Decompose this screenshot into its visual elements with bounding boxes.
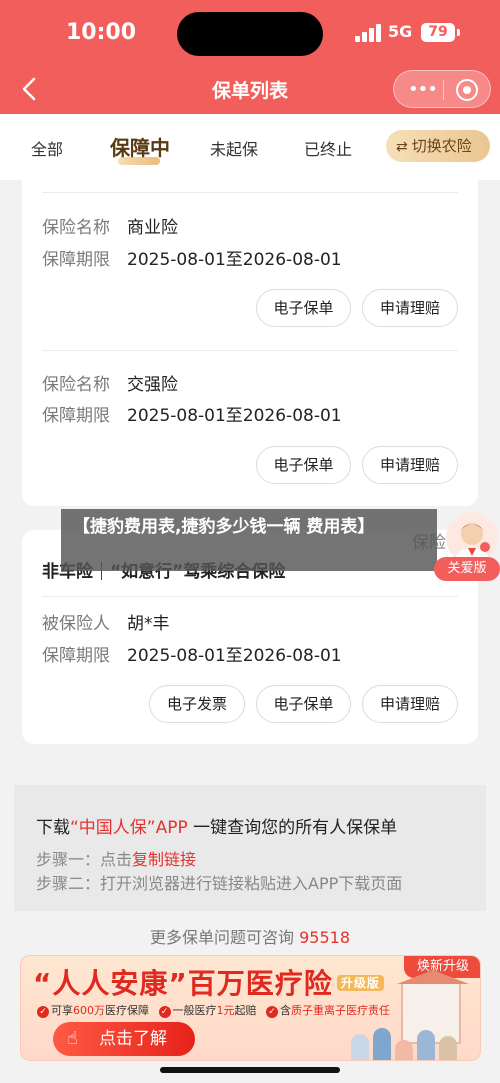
switch-agri-insurance-button[interactable]: ⇄ 切换农险 [386,130,490,162]
feature-3-highlight: 质子重离子医疗责任 [291,1004,390,1017]
policy-name-value: 交强险 [127,375,178,395]
miniapp-capsule: ••• [393,70,491,108]
battery-tip [457,29,460,36]
feature-3-prefix: 含 [280,1004,291,1017]
switch-icon: ⇄ [396,139,408,155]
download-title: 下载“中国人保”APP 一键查询您的所有人保保单 [36,813,397,838]
policy-card-vehicle: 保险名称 商业险 保障期限 2025-08-01至2026-08-01 电子保单… [22,170,478,506]
home-indicator [160,1067,340,1073]
policy-name-value: 商业险 [127,218,178,238]
care-mode-button[interactable]: 关爱版 [434,557,500,581]
medical-insurance-banner[interactable]: “人人安康”百万医疗险 升级版 焕新升级 ✓ 可享600万医疗保障 ✓ 一般医疗1元起… [20,955,481,1061]
tab-terminated[interactable]: 已终止 [304,136,352,160]
close-miniapp-icon[interactable] [456,79,478,101]
claim-button[interactable]: 申请理赔 [362,446,458,484]
upgrade-badge: 升级版 [336,975,384,991]
download-prefix: 下载 [36,818,70,838]
signal-icon [355,24,381,42]
policy-period-label: 保障期限 [42,406,110,426]
dynamic-island [177,12,323,56]
feature-1-prefix: 可享 [51,1004,73,1017]
status-time: 10:00 [66,20,137,45]
divider [42,192,458,193]
policy-period-value: 2025-08-01至2026-08-01 [127,406,342,426]
e-invoice-button[interactable]: 电子发票 [149,685,245,723]
capsule-divider [443,80,444,100]
download-step-1: 步骤一：点击复制链接 [36,846,196,870]
policy-period-label: 保障期限 [42,646,110,666]
banner-title-text: “人人安康”百万医疗险 [33,967,333,1000]
feature-1-suffix: 医疗保障 [105,1004,149,1017]
learn-more-button[interactable]: ☝ 点击了解 [53,1022,195,1056]
family-illustration [351,1026,471,1060]
download-step-2: 步骤二：打开浏览器进行链接粘贴进入APP下载页面 [36,874,403,893]
more-icon[interactable]: ••• [408,79,438,100]
copy-link[interactable]: 复制链接 [132,850,196,869]
policy-period-label: 保障期限 [42,250,110,270]
app-download-section: 下载“中国人保”APP 一键查询您的所有人保保单 步骤一：点击复制链接 步骤二：… [14,785,486,911]
feature-2-highlight: 1元 [216,1004,235,1017]
caption-overlay: 【捷豹费用表,捷豹多少钱一辆 费用表】 [61,509,437,571]
banner-features: ✓ 可享600万医疗保障 ✓ 一般医疗1元起赔 ✓ 含质子重离子医疗责任 [31,1002,390,1018]
learn-more-label: 点击了解 [99,1029,167,1049]
claim-button[interactable]: 申请理赔 [362,685,458,723]
insured-label: 被保险人 [42,614,110,634]
banner-title: “人人安康”百万医疗险 升级版 [33,962,384,1002]
hand-pointer-icon: ☝ [67,1028,78,1049]
e-policy-button[interactable]: 电子保单 [256,685,351,723]
status-bar: 10:00 5G 79 [0,0,500,66]
divider [42,350,458,351]
app-header: 10:00 5G 79 保单列表 ••• [0,0,500,114]
tab-not-started[interactable]: 未起保 [210,136,258,160]
navigation-bar: 保单列表 ••• [0,66,500,114]
download-suffix: 一键查询您的所有人保保单 [187,818,398,838]
insured-value: 胡*丰 [127,614,170,634]
switch-label: 切换农险 [411,137,472,155]
step-1-text: 步骤一：点击 [36,850,133,869]
divider [42,596,458,597]
consult-text: 更多保单问题可咨询 [150,928,300,947]
e-policy-button[interactable]: 电子保单 [256,289,351,327]
battery-icon: 79 [421,23,455,42]
policy-name-label: 保险名称 [42,218,110,238]
policy-period-value: 2025-08-01至2026-08-01 [127,646,342,666]
check-icon: ✓ [266,1006,278,1018]
app-name: “中国人保”APP [70,818,188,838]
tab-all[interactable]: 全部 [31,136,63,160]
feature-1-highlight: 600万 [73,1004,105,1017]
hotline-number[interactable]: 95518 [299,928,350,947]
consult-hotline: 更多保单问题可咨询 95518 [0,924,500,948]
policy-period-value: 2025-08-01至2026-08-01 [127,250,342,270]
check-icon: ✓ [37,1006,49,1018]
policy-name-label: 保险名称 [42,375,110,395]
e-policy-button[interactable]: 电子保单 [256,446,351,484]
network-type: 5G [388,22,413,41]
tab-in-force[interactable]: 保障中 [110,132,170,161]
feature-2-prefix: 一般医疗 [172,1004,217,1017]
feature-2-suffix: 起赔 [234,1004,257,1017]
claim-button[interactable]: 申请理赔 [362,289,458,327]
caption-text: 【捷豹费用表,捷豹多少钱一辆 费用表】 [73,517,375,537]
check-icon: ✓ [158,1006,171,1018]
